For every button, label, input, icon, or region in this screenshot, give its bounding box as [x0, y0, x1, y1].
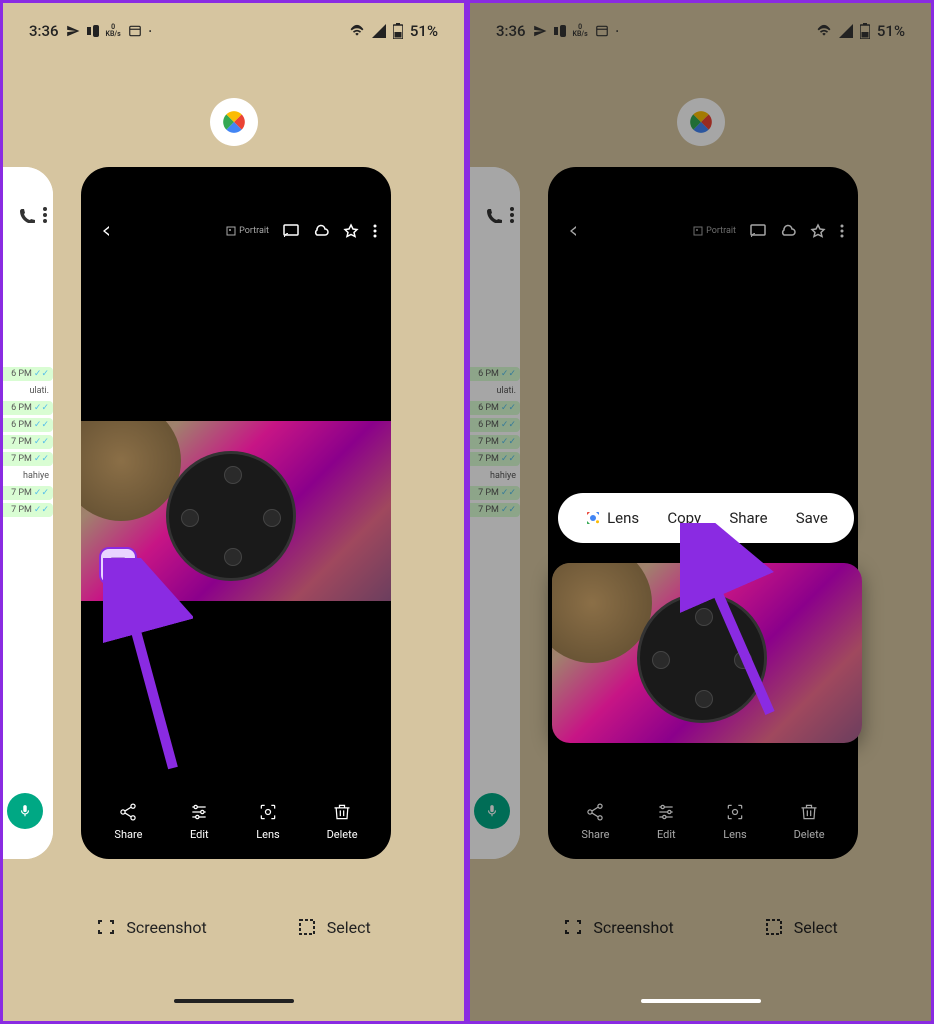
cloud-icon[interactable]: [313, 224, 329, 238]
status-bar: 3:36 0KB/s • 51%: [3, 17, 464, 45]
arrow-annotation: [680, 523, 790, 723]
edit-action[interactable]: Edit: [189, 802, 209, 841]
photo-header: Portrait: [81, 211, 391, 251]
lens-action[interactable]: Lens: [723, 802, 747, 841]
phone-right: 3:36 0KB/s • 51% 6 PM✓✓ ulati. 6 PM✓✓: [467, 0, 934, 1024]
screenshot-button[interactable]: Screenshot: [96, 917, 206, 937]
clock: 3:36: [496, 22, 526, 40]
google-photos-app-icon[interactable]: [677, 98, 725, 146]
delete-action[interactable]: Delete: [794, 802, 825, 841]
signal-icon: [372, 24, 386, 38]
share-action[interactable]: Share: [581, 802, 609, 841]
wifi-icon: [816, 24, 832, 38]
cast-icon[interactable]: [750, 224, 766, 238]
whatsapp-card[interactable]: 6 PM✓✓ ulati. 6 PM✓✓ 6 PM✓✓ 7 PM✓✓ 7 PM✓…: [467, 167, 520, 859]
photo-actions: Share Edit Lens Delete: [548, 802, 858, 841]
back-icon[interactable]: [562, 222, 580, 240]
arrow-annotation: [103, 558, 193, 778]
dot-icon: •: [616, 27, 619, 36]
signal-icon: [839, 24, 853, 38]
popup-save[interactable]: Save: [796, 509, 828, 527]
share-action[interactable]: Share: [114, 802, 142, 841]
delete-action[interactable]: Delete: [327, 802, 358, 841]
send-icon: [533, 24, 547, 38]
phone-icon: [486, 207, 502, 223]
chat-list: 6 PM✓✓ ulati. 6 PM✓✓ 6 PM✓✓ 7 PM✓✓ 7 PM✓…: [467, 367, 520, 520]
screenshot-button[interactable]: Screenshot: [563, 917, 673, 937]
battery-icon: [393, 23, 403, 39]
wifi-icon: [349, 24, 365, 38]
star-icon[interactable]: [343, 223, 359, 239]
chat-list: 6 PM✓✓ ulati. 6 PM✓✓ 6 PM✓✓ 7 PM✓✓ 7 PM✓…: [0, 367, 53, 520]
battery-text: 51%: [877, 22, 905, 40]
nav-bar[interactable]: [174, 999, 294, 1003]
star-icon[interactable]: [810, 223, 826, 239]
portrait-chip[interactable]: Portrait: [226, 226, 269, 236]
google-photos-app-icon[interactable]: [210, 98, 258, 146]
phone-left: 3:36 0KB/s • 51% 6 PM✓✓ ulati. 6 PM: [0, 0, 467, 1024]
dot-icon: •: [149, 27, 152, 36]
indicator-icon: [554, 25, 566, 37]
nav-bar[interactable]: [641, 999, 761, 1003]
battery-text: 51%: [410, 22, 438, 40]
battery-icon: [860, 23, 870, 39]
calendar-icon: [595, 24, 609, 38]
select-button[interactable]: Select: [297, 917, 371, 937]
lens-action[interactable]: Lens: [256, 802, 280, 841]
portrait-chip[interactable]: Portrait: [693, 226, 736, 236]
send-icon: [66, 24, 80, 38]
back-icon[interactable]: [95, 222, 113, 240]
mic-button[interactable]: [7, 793, 43, 829]
popup-lens[interactable]: Lens: [584, 509, 639, 527]
edit-action[interactable]: Edit: [656, 802, 676, 841]
indicator-icon: [87, 25, 99, 37]
phone-icon: [19, 207, 35, 223]
calendar-icon: [128, 24, 142, 38]
status-bar: 3:36 0KB/s • 51%: [470, 17, 931, 45]
recent-actions: Screenshot Select: [470, 917, 931, 937]
photo-header: Portrait: [548, 211, 858, 251]
cast-icon[interactable]: [283, 224, 299, 238]
whatsapp-card[interactable]: 6 PM✓✓ ulati. 6 PM✓✓ 6 PM✓✓ 7 PM✓✓ 7 PM✓…: [0, 167, 53, 859]
mic-button[interactable]: [474, 793, 510, 829]
more-vert-icon[interactable]: [373, 224, 377, 238]
more-vert-icon[interactable]: [840, 224, 844, 238]
photo-actions: Share Edit Lens Delete: [81, 802, 391, 841]
kbs-indicator: 0KB/s: [106, 24, 121, 38]
more-icon: [510, 207, 514, 223]
select-button[interactable]: Select: [764, 917, 838, 937]
kbs-indicator: 0KB/s: [573, 24, 588, 38]
more-icon: [43, 207, 47, 223]
clock: 3:36: [29, 22, 59, 40]
recent-actions: Screenshot Select: [3, 917, 464, 937]
cloud-icon[interactable]: [780, 224, 796, 238]
